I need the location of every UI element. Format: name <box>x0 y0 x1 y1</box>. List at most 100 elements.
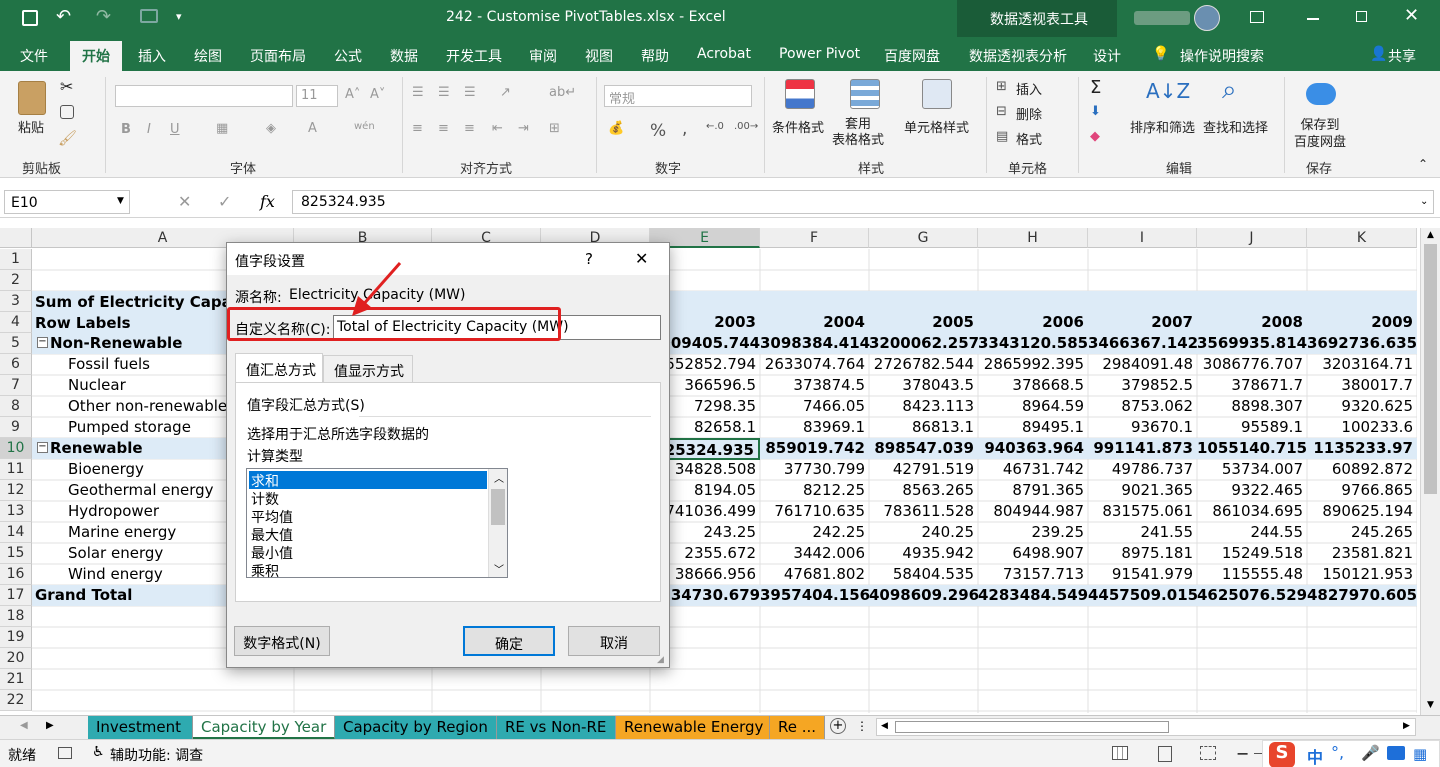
conditional-format-icon[interactable] <box>785 79 815 109</box>
paste-button[interactable]: 粘贴 <box>18 117 44 136</box>
value-cell[interactable]: 2865992.395 <box>978 354 1088 375</box>
conditional-format-button[interactable]: 条件格式 <box>772 117 824 136</box>
value-cell[interactable]: 761710.635 <box>760 501 869 522</box>
row-label[interactable]: Wind energy <box>68 564 163 585</box>
value-cell[interactable]: 244.55 <box>1197 522 1307 543</box>
name-box[interactable]: E10 <box>4 190 130 214</box>
percent-icon[interactable]: % <box>650 121 666 141</box>
value-cell[interactable]: 8212.25 <box>760 480 869 501</box>
value-cell[interactable]: 9021.365 <box>1088 480 1197 501</box>
value-cell[interactable]: 49786.737 <box>1088 459 1197 480</box>
value-cell[interactable]: 1055140.715 <box>1197 438 1307 459</box>
column-header-J[interactable]: J <box>1197 228 1307 248</box>
value-cell[interactable]: 804944.987 <box>978 501 1088 522</box>
redo-icon[interactable]: ↷ <box>96 6 111 27</box>
avatar[interactable] <box>1194 5 1220 31</box>
value-cell[interactable]: 3086776.707 <box>1197 354 1307 375</box>
value-cell[interactable]: 940363.964 <box>978 438 1088 459</box>
tab-draw[interactable]: 绘图 <box>194 46 222 66</box>
value-cell[interactable]: 89495.1 <box>978 417 1088 438</box>
year-header[interactable]: 2004 <box>760 312 869 333</box>
tab-pivot-analyze[interactable]: 数据透视表分析 <box>969 46 1067 66</box>
tab-acrobat[interactable]: Acrobat <box>697 46 751 62</box>
value-cell[interactable]: 8791.365 <box>978 480 1088 501</box>
camera-icon[interactable] <box>140 9 158 23</box>
value-cell[interactable]: 898547.039 <box>869 438 978 459</box>
sheet-tab-capacity-by-region[interactable]: Capacity by Region <box>335 716 497 740</box>
vertical-scrollbar[interactable]: ▲ ▼ <box>1420 228 1440 715</box>
summary-option[interactable]: 乘积 <box>249 561 487 580</box>
value-cell[interactable]: 245.265 <box>1307 522 1417 543</box>
hscroll-options-icon[interactable]: ⋮ <box>856 719 868 733</box>
tab-design[interactable]: 设计 <box>1093 46 1121 66</box>
cancel-formula-icon[interactable]: ✕ <box>178 192 191 211</box>
macro-record-icon[interactable] <box>58 747 72 759</box>
accessibility-status[interactable]: 辅助功能: 调查 <box>110 745 203 765</box>
value-cell[interactable]: 4283484.549 <box>978 585 1088 606</box>
value-cell[interactable]: 3466367.142 <box>1088 333 1198 354</box>
year-header[interactable]: 2009 <box>1307 312 1417 333</box>
autosum-icon[interactable]: Σ <box>1090 77 1101 98</box>
value-cell[interactable]: 831575.061 <box>1088 501 1197 522</box>
collapse-ribbon-icon[interactable]: ⌃ <box>1418 157 1428 171</box>
scroll-up-icon[interactable]: ▲ <box>1427 230 1434 240</box>
value-cell[interactable]: 8563.265 <box>869 480 978 501</box>
value-cell[interactable]: 86813.1 <box>869 417 978 438</box>
tab-power-pivot[interactable]: Power Pivot <box>779 46 860 62</box>
cancel-button[interactable]: 取消 <box>568 626 660 656</box>
restore-icon[interactable] <box>1356 11 1367 22</box>
delete-cells-button[interactable]: 删除 <box>1016 104 1042 123</box>
scroll-thumb[interactable] <box>1424 244 1437 494</box>
collapse-toggle-icon[interactable]: − <box>37 442 48 453</box>
accounting-format-icon[interactable]: 💰 <box>608 121 624 136</box>
expand-formula-icon[interactable]: ⌄ <box>1420 196 1428 207</box>
value-cell[interactable]: 7466.05 <box>760 396 869 417</box>
value-cell[interactable]: 4625076.529 <box>1197 585 1307 606</box>
ok-button[interactable]: 确定 <box>463 626 555 656</box>
row-labels-header[interactable]: Row Labels <box>35 313 131 334</box>
format-painter-icon[interactable]: 🖌 <box>58 129 77 147</box>
increase-indent-icon[interactable]: ⇥ <box>518 121 529 136</box>
value-cell[interactable]: 3343120.585 <box>978 333 1088 354</box>
shrink-font-icon[interactable]: A˅ <box>370 87 385 102</box>
year-header[interactable]: 2006 <box>978 312 1088 333</box>
tab-review[interactable]: 审阅 <box>529 46 557 66</box>
summary-option[interactable]: 最小值 <box>249 543 487 562</box>
fill-color-icon[interactable]: ◈ <box>266 121 276 136</box>
row-header-18[interactable]: 18 <box>0 606 32 627</box>
align-middle-icon[interactable]: ☰ <box>438 85 450 100</box>
value-cell[interactable]: 2984091.48 <box>1088 354 1197 375</box>
resize-grip-icon[interactable]: ◢ <box>657 655 664 665</box>
row-header-13[interactable]: 13 <box>0 501 32 522</box>
value-cell[interactable]: 240.25 <box>869 522 978 543</box>
summary-option[interactable]: 求和 <box>249 471 487 490</box>
value-cell[interactable]: 380017.7 <box>1307 375 1417 396</box>
sheet-tab-re-vs-nonre[interactable]: RE vs Non-RE <box>497 716 616 740</box>
dialog-help-button[interactable]: ? <box>585 250 593 268</box>
insert-cells-icon[interactable]: ⊞ <box>996 79 1007 94</box>
column-header-H[interactable]: H <box>978 228 1088 248</box>
value-cell[interactable]: 3442.006 <box>760 543 869 564</box>
value-cell[interactable]: 8753.062 <box>1088 396 1197 417</box>
ime-voice-icon[interactable]: 🎤 <box>1361 744 1380 762</box>
tell-me-search[interactable]: 操作说明搜索 <box>1180 46 1264 66</box>
align-center-icon[interactable]: ≡ <box>438 121 449 136</box>
row-label[interactable]: Marine energy <box>68 522 176 543</box>
value-cell[interactable]: 91541.979 <box>1088 564 1197 585</box>
row-label[interactable]: Geothermal energy <box>68 480 214 501</box>
list-scroll-up-icon[interactable]: ︿ <box>494 470 504 485</box>
value-cell[interactable]: 47681.802 <box>760 564 869 585</box>
value-cell[interactable]: 3098384.414 <box>760 333 870 354</box>
insert-cells-button[interactable]: 插入 <box>1016 79 1042 98</box>
tab-data[interactable]: 数据 <box>390 46 418 66</box>
value-cell[interactable]: 4098609.296 <box>869 585 979 606</box>
value-cell[interactable]: 23581.821 <box>1307 543 1417 564</box>
share-button[interactable]: 共享 <box>1388 46 1416 66</box>
value-cell[interactable]: 378671.7 <box>1197 375 1307 396</box>
next-sheet-icon[interactable]: ▶ <box>46 720 54 731</box>
tab-page-layout[interactable]: 页面布局 <box>250 46 306 66</box>
tab-baidu-netdisk[interactable]: 百度网盘 <box>884 46 940 66</box>
row-header-22[interactable]: 22 <box>0 690 32 711</box>
year-header[interactable]: 2005 <box>869 312 978 333</box>
value-cell[interactable]: 242.25 <box>760 522 869 543</box>
